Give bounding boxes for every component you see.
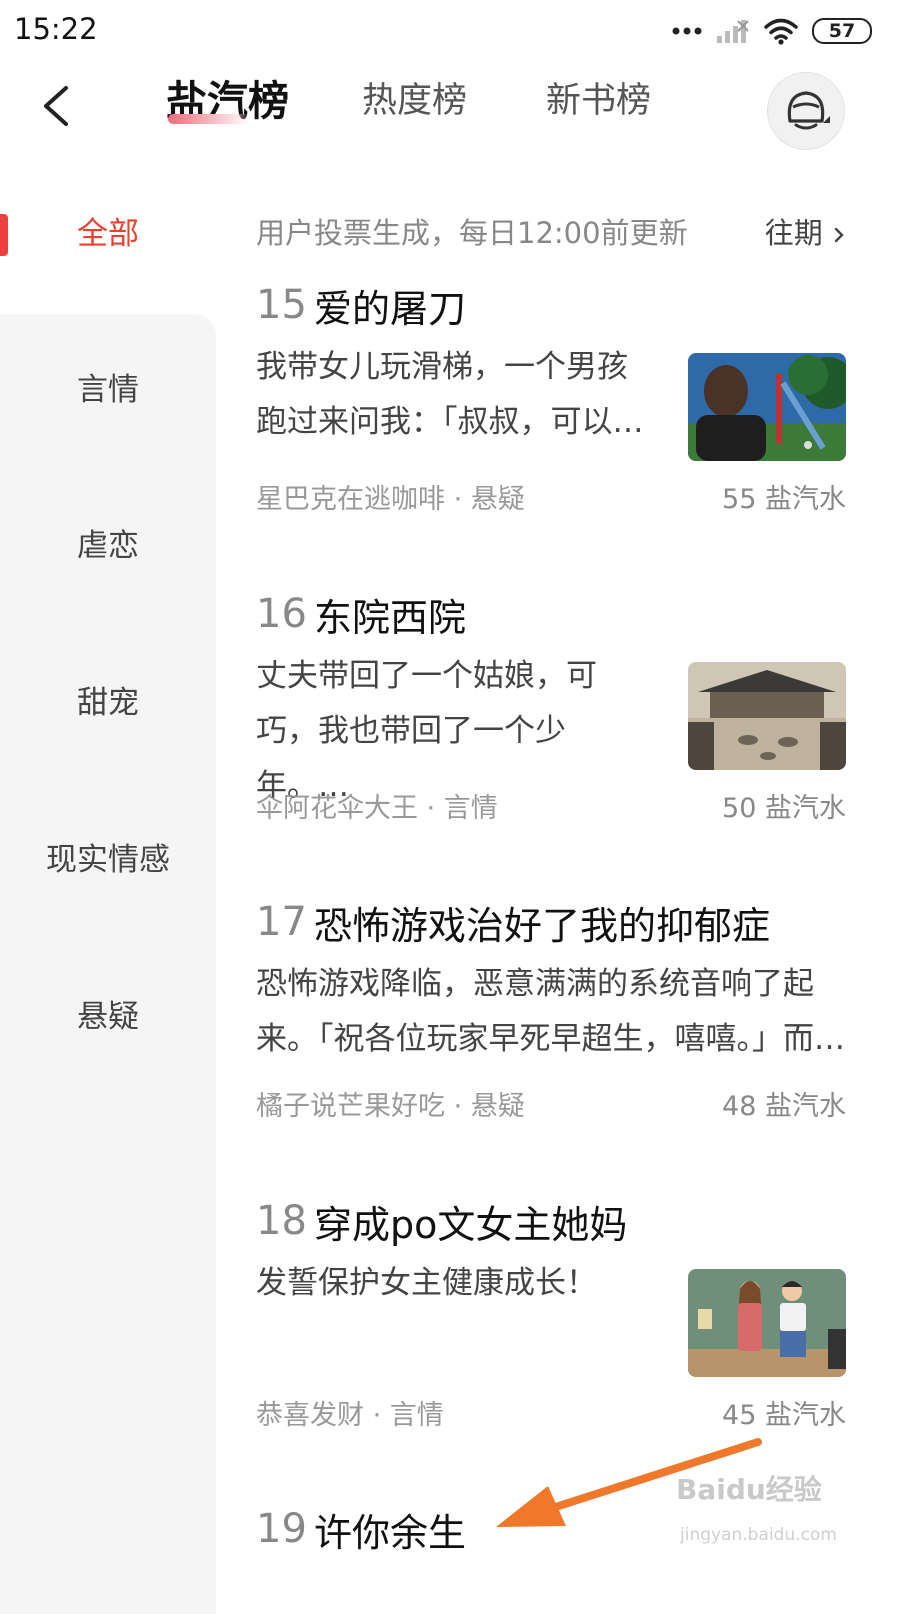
- book-heading: 19 许你余生: [256, 1504, 467, 1555]
- book-heading: 18 穿成po文女主她妈: [256, 1196, 628, 1247]
- book-heading: 15 爱的屠刀: [256, 280, 467, 331]
- book-item[interactable]: 16 东院西院 丈夫带回了一个姑娘，可巧，我也带回了一个少年。… 伞阿花伞大王 …: [256, 589, 846, 829]
- book-heading: 16 东院西院: [256, 589, 467, 640]
- book-rank: 16: [256, 591, 307, 637]
- header: 盐汽榜 热度榜 新书榜: [0, 62, 900, 162]
- book-rank: 15: [256, 282, 307, 328]
- book-title: 恐怖游戏治好了我的抑郁症: [314, 903, 771, 948]
- back-button[interactable]: [32, 76, 92, 136]
- book-score: 45 盐汽水: [722, 1400, 846, 1431]
- book-description: 我带女儿玩滑梯，一个男孩跑过来问我：「叔叔，可以…: [256, 349, 644, 440]
- book-score: 50 盐汽水: [722, 793, 846, 824]
- battery-icon: 57: [812, 18, 872, 44]
- book-title: 东院西院: [314, 595, 467, 640]
- watermark-logo: Baidu经验: [676, 1473, 822, 1506]
- book-rank: 18: [256, 1198, 307, 1244]
- signal-icon: [717, 20, 749, 43]
- book-rank: 19: [256, 1506, 307, 1552]
- sidebar-item-angst[interactable]: 虐恋: [0, 524, 216, 568]
- sidebar-item-suspense[interactable]: 悬疑: [0, 995, 216, 1039]
- book-title: 穿成po文女主她妈: [314, 1202, 628, 1247]
- wifi-icon: [764, 18, 798, 45]
- back-arrow-icon: [44, 86, 68, 126]
- status-time: 15:22: [14, 12, 98, 46]
- avatar-icon: [787, 91, 830, 130]
- book-cover: [688, 662, 846, 770]
- book-item[interactable]: 17 恐怖游戏治好了我的抑郁症 恐怖游戏降临，恶意满满的系统音响了起来。「祝各位…: [256, 897, 846, 1137]
- past-issues-label: 往期: [764, 216, 823, 250]
- book-cover: [688, 1269, 846, 1377]
- book-title: 许你余生: [314, 1510, 467, 1555]
- tab-popularity-ranking[interactable]: 热度榜: [362, 76, 467, 126]
- book-score: 55 盐汽水: [722, 484, 846, 515]
- tab-new-book-ranking[interactable]: 新书榜: [546, 76, 651, 126]
- book-cover: [688, 353, 846, 461]
- sidebar-item-sweet[interactable]: 甜宠: [0, 681, 216, 725]
- book-author-genre: 橘子说芒果好吃 · 悬疑: [256, 1091, 525, 1122]
- status-bar: 15:22 57: [0, 0, 900, 62]
- book-item[interactable]: 15 爱的屠刀 我带女儿玩滑梯，一个男孩跑过来问我：「叔叔，可以… 星巴克在逃咖…: [256, 280, 846, 520]
- ranking-update-note: 用户投票生成，每日12:00前更新: [256, 216, 688, 250]
- sidebar-panel: [0, 314, 216, 1614]
- sidebar-item-realistic-emotion[interactable]: 现实情感: [0, 838, 216, 882]
- chevron-right-icon: [834, 227, 844, 243]
- status-icons: 57: [672, 14, 872, 48]
- book-rank: 17: [256, 899, 307, 945]
- book-description: 发誓保护女主健康成长！: [256, 1265, 597, 1301]
- book-author-genre: 星巴克在逃咖啡 · 悬疑: [256, 484, 525, 515]
- sidebar-item-all[interactable]: 全部: [0, 212, 216, 256]
- book-heading: 17 恐怖游戏治好了我的抑郁症: [256, 897, 771, 948]
- active-tab-underline: [168, 114, 250, 124]
- more-dots-icon: [672, 27, 702, 35]
- watermark-url: jingyan.baidu.com: [680, 1525, 837, 1545]
- past-issues-link[interactable]: 往期: [765, 212, 846, 254]
- book-author-genre: 伞阿花伞大王 · 言情: [256, 793, 498, 824]
- sidebar-item-romance[interactable]: 言情: [0, 368, 216, 412]
- book-description: 恐怖游戏降临，恶意满满的系统音响了起来。「祝各位玩家早死早超生，嘻嘻。」而…: [256, 966, 845, 1057]
- book-score: 48 盐汽水: [722, 1091, 846, 1122]
- book-author-genre: 恭喜发财 · 言情: [256, 1400, 444, 1431]
- book-item[interactable]: 18 穿成po文女主她妈 发誓保护女主健康成长！ 恭喜发财 · 言情 45 盐汽…: [256, 1196, 846, 1436]
- book-title: 爱的屠刀: [314, 286, 467, 331]
- avatar-button[interactable]: [767, 72, 845, 150]
